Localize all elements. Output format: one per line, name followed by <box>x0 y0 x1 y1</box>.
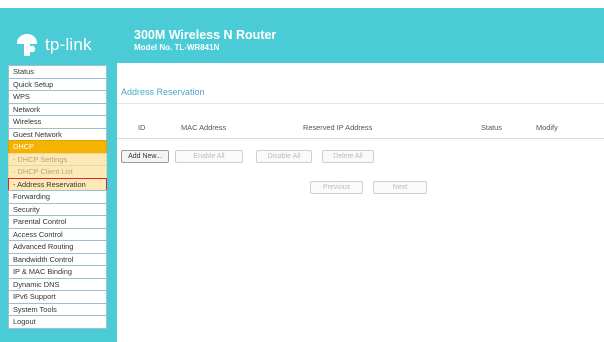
sidebar-item-status[interactable]: Status <box>8 65 107 79</box>
sidebar-item-network[interactable]: Network <box>8 102 107 116</box>
tp-link-logo[interactable]: tp-link <box>14 30 92 60</box>
sidebar-menu: Status Quick Setup WPS Network Wireless … <box>8 65 107 329</box>
sidebar-item-quick-setup[interactable]: Quick Setup <box>8 77 107 91</box>
sidebar-item-forwarding[interactable]: Forwarding <box>8 190 107 204</box>
title-divider <box>117 103 604 104</box>
page-title: Address Reservation <box>121 87 205 97</box>
tp-link-logo-icon <box>14 32 40 58</box>
logo-text: tp-link <box>45 35 92 54</box>
sidebar-item-ipv6-support[interactable]: IPv6 Support <box>8 290 107 304</box>
sidebar-item-dynamic-dns[interactable]: Dynamic DNS <box>8 277 107 291</box>
sidebar-item-address-reservation[interactable]: - Address Reservation <box>8 177 107 191</box>
sidebar-item-guest-network[interactable]: Guest Network <box>8 127 107 141</box>
disable-all-button[interactable]: Disable All <box>256 150 312 163</box>
previous-button[interactable]: Previous <box>310 181 363 194</box>
sidebar-item-wps[interactable]: WPS <box>8 90 107 104</box>
delete-all-button[interactable]: Delete All <box>322 150 374 163</box>
sidebar-item-logout[interactable]: Logout <box>8 315 107 329</box>
sidebar-item-dhcp-settings[interactable]: - DHCP Settings <box>8 152 107 166</box>
sidebar-item-parental-control[interactable]: Parental Control <box>8 215 107 229</box>
next-button[interactable]: Next <box>373 181 427 194</box>
sidebar-item-ip-mac-binding[interactable]: IP & MAC Binding <box>8 265 107 279</box>
main-content: Address Reservation ID MAC Address Reser… <box>117 63 604 342</box>
column-header-reserved-ip: Reserved IP Address <box>303 123 373 132</box>
column-header-id: ID <box>138 123 146 132</box>
table-header-divider <box>117 138 604 139</box>
column-header-mac-address: MAC Address <box>181 123 227 132</box>
sidebar-item-system-tools[interactable]: System Tools <box>8 302 107 316</box>
sidebar-item-wireless[interactable]: Wireless <box>8 115 107 129</box>
model-number: Model No. TL-WR841N <box>134 43 220 52</box>
sidebar-item-bandwidth-control[interactable]: Bandwidth Control <box>8 252 107 266</box>
sidebar-item-access-control[interactable]: Access Control <box>8 227 107 241</box>
enable-all-button[interactable]: Enable All <box>175 150 243 163</box>
router-title: 300M Wireless N Router <box>134 28 277 42</box>
sidebar-item-advanced-routing[interactable]: Advanced Routing <box>8 240 107 254</box>
app-header: tp-link 300M Wireless N Router Model No.… <box>0 8 604 63</box>
sidebar-item-dhcp-client-list[interactable]: - DHCP Client List <box>8 165 107 179</box>
sidebar-frame: Status Quick Setup WPS Network Wireless … <box>0 63 117 342</box>
sidebar-item-dhcp[interactable]: DHCP <box>8 140 107 154</box>
column-header-modify: Modify <box>536 123 558 132</box>
sidebar-item-security[interactable]: Security <box>8 202 107 216</box>
add-new-button[interactable]: Add New... <box>121 150 169 163</box>
title-block: 300M Wireless N Router Model No. TL-WR84… <box>134 28 276 53</box>
top-strip <box>0 0 604 8</box>
column-header-status: Status <box>481 123 502 132</box>
